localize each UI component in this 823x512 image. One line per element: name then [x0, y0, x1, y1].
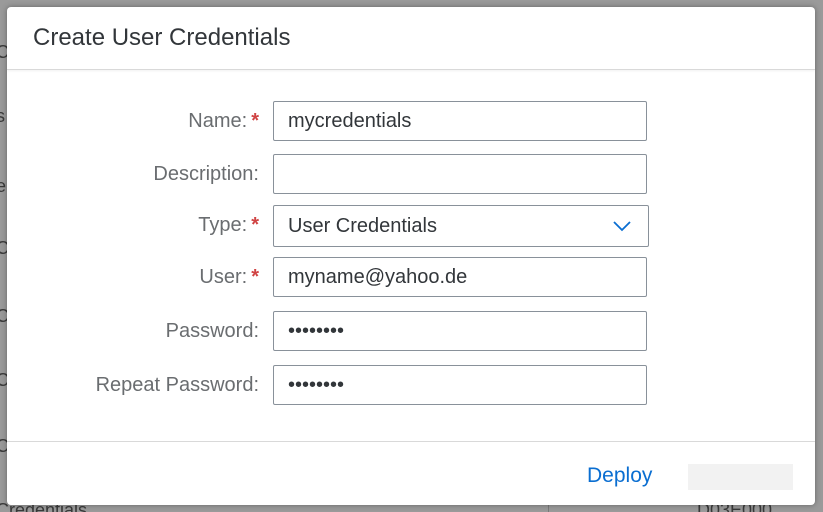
description-label: Description:	[153, 163, 259, 185]
form-row-password: Password:	[7, 311, 815, 353]
create-user-credentials-dialog: Create User Credentials Name:* Descripti…	[7, 7, 815, 505]
cancel-button[interactable]	[688, 464, 793, 490]
type-select[interactable]: User Credentials	[273, 205, 649, 247]
required-indicator: *	[251, 266, 259, 288]
form-row-user: User: *	[7, 257, 815, 299]
name-label-text: Name:	[188, 110, 248, 132]
dialog-footer: Deploy	[7, 441, 815, 505]
repeat-password-input[interactable]	[273, 365, 647, 405]
form-row-name: Name: *	[7, 101, 815, 143]
background-text-fragment: e	[0, 176, 7, 196]
dialog-header: Create User Credentials	[7, 7, 815, 70]
user-label-text: User:	[199, 266, 248, 288]
description-input[interactable]	[273, 154, 647, 194]
chevron-down-icon[interactable]	[612, 219, 632, 233]
type-select-value: User Credentials	[288, 215, 437, 237]
name-input[interactable]	[273, 101, 647, 141]
dialog-title: Create User Credentials	[33, 24, 291, 51]
type-label: Type: *	[198, 214, 259, 237]
form-row-description: Description:	[7, 154, 815, 196]
form-row-type: Type: * User Credentials	[7, 205, 815, 247]
password-label: Password:	[165, 320, 259, 342]
name-label: Name: *	[188, 110, 259, 133]
user-input[interactable]	[273, 257, 647, 297]
password-input[interactable]	[273, 311, 647, 351]
user-label: User: *	[199, 266, 259, 289]
type-label-text: Type:	[198, 214, 248, 236]
form-row-repeat-password: Repeat Password:	[7, 365, 815, 407]
deploy-button[interactable]: Deploy	[575, 460, 664, 492]
background-text-fragment: s	[0, 106, 5, 126]
required-indicator: *	[251, 110, 259, 132]
required-indicator: *	[251, 214, 259, 236]
repeat-password-label: Repeat Password:	[95, 374, 259, 396]
